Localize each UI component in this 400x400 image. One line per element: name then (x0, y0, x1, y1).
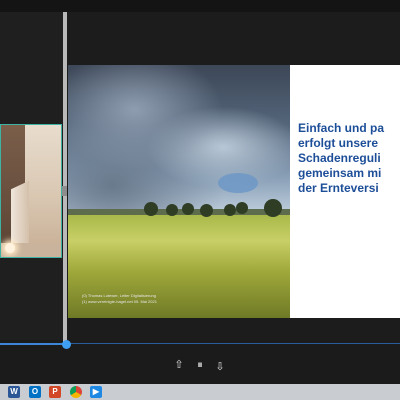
video-lamp (5, 243, 15, 253)
presentation-slide: (0) Thomas Lutewer, Leiter Digitalisieru… (68, 65, 400, 318)
photo-sky (68, 65, 290, 215)
tree-shape (166, 204, 178, 216)
caption-line: (1) www.vereinigte-hagel.net 05. Mai 202… (82, 299, 157, 304)
next-slide-icon[interactable]: ⇧ (213, 358, 227, 372)
tree-shape (200, 204, 213, 217)
tree-shape (264, 199, 282, 217)
outlook-icon[interactable]: O (29, 386, 41, 398)
timeline-scrubber[interactable] (62, 340, 71, 349)
top-bar (0, 0, 400, 12)
tree-shape (144, 202, 158, 216)
video-app-icon[interactable]: ▶ (90, 386, 102, 398)
photo-sky-gap (218, 173, 258, 193)
timeline-progress (0, 343, 67, 345)
slide-photo: (0) Thomas Lutewer, Leiter Digitalisieru… (68, 65, 290, 318)
tree-shape (236, 202, 248, 214)
slide-headline: Einfach und pa erfolgt unsere Schadenreg… (298, 121, 385, 195)
tree-shape (182, 203, 194, 215)
close-icon[interactable]: × (53, 124, 61, 132)
participant-video[interactable] (0, 124, 62, 258)
chrome-icon[interactable] (70, 386, 82, 398)
tree-shape (224, 204, 236, 216)
powerpoint-icon[interactable]: P (49, 386, 61, 398)
pause-icon[interactable]: ⏸ (193, 358, 207, 372)
previous-slide-icon[interactable]: ⇧ (172, 358, 186, 372)
slide-caption: (0) Thomas Lutewer, Leiter Digitalisieru… (82, 293, 282, 305)
word-icon[interactable]: W (8, 386, 20, 398)
